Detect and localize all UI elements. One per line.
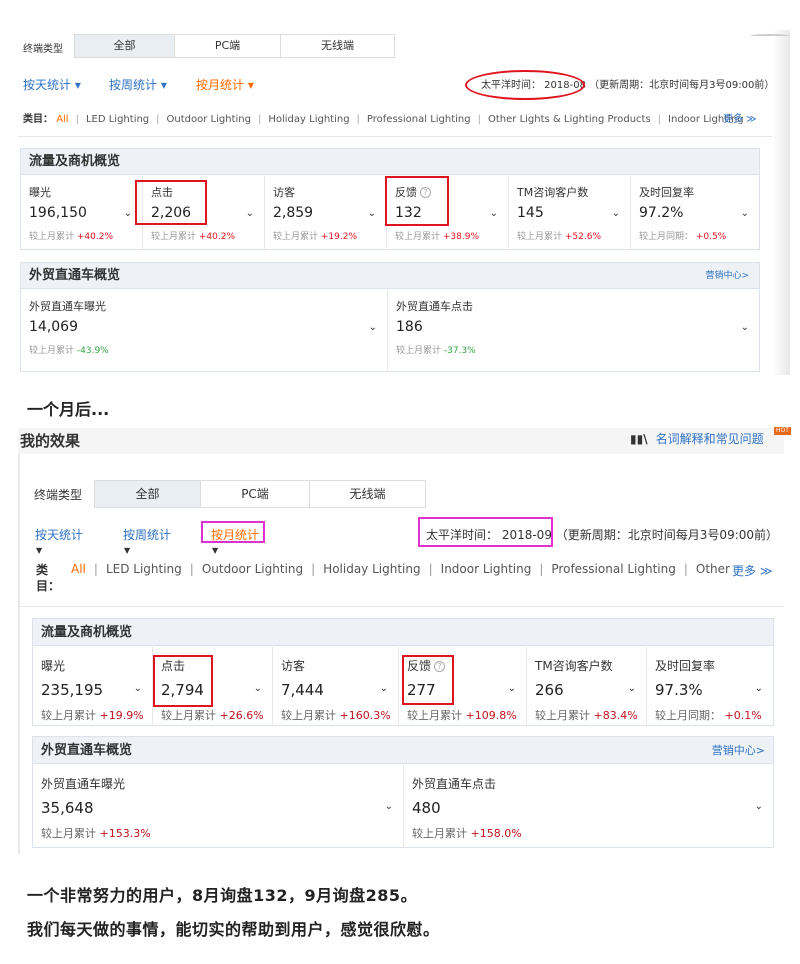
category-item[interactable]: Outdoor Lighting [202,562,303,576]
highlight-clicks [153,655,213,707]
traffic-overview-title: 流量及商机概览 [33,619,773,646]
metric-impressions[interactable]: 曝光 235,195 ⌄ 较上月累计 +19.9% [33,647,153,726]
category-item[interactable]: Outdoor Lighting [167,114,251,125]
more-categories-button[interactable]: 更多 ≫ [732,562,772,579]
tab-all[interactable]: 全部 [94,480,201,508]
terminal-tabs: 全部 PC端 无线端 [94,480,426,508]
chevron-down-icon[interactable]: ⌄ [246,208,254,219]
screenshot-august: 终端类型 全部 PC端 无线端 按天统计 ▾ 按周统计 ▾ 按月统计 ▾ 太平洋… [18,30,790,375]
category-bar: All | LED Lighting | Outdoor Lighting | Holida… [71,562,730,576]
marketing-center-link[interactable]: 营销中心> [705,263,749,289]
metric-reply-rate[interactable]: 及时回复率 97.2% ⌄ 较上月同期： +0.5% [631,176,759,250]
highlight-feedback [402,655,454,705]
metric-p4p-clicks[interactable]: 外贸直通车点击 186 ⌄ 较上月累计 -37.3% [388,290,759,372]
tab-wireless[interactable]: 无线端 [310,480,426,508]
left-border [18,454,20,854]
chevron-down-icon[interactable]: ⌄ [612,208,620,219]
chevron-down-icon[interactable]: ⌄ [741,208,749,219]
category-item[interactable]: Holiday Lighting [323,562,420,576]
chevron-down-icon[interactable]: ⌄ [508,683,516,694]
category-item[interactable]: Holiday Lighting [268,114,349,125]
divider [18,136,772,137]
category-item[interactable]: Indoor Lighting [441,562,532,576]
highlight-feedback [385,176,449,226]
screenshot-september: 我的效果 ▮▮\ 名词解释和常见问题 HOT 终端类型 全部 PC端 无线端 按天统… [18,427,791,856]
p4p-overview-card: 外贸直通车概览 营销中心> 外贸直通车曝光 14,069 ⌄ 较上月累计 -43.… [20,262,760,372]
stat-by-day[interactable]: 按天统计 ▾ [23,76,81,93]
chevron-down-icon[interactable]: ⌄ [490,208,498,219]
terminal-tabs: 全部 PC端 无线端 [74,34,395,58]
chevron-down-icon[interactable]: ⌄ [124,208,132,219]
highlight-oval-date [465,70,585,100]
page-title: 我的效果 [20,432,81,450]
terminal-type-label: 终端类型 [34,488,83,502]
category-item[interactable]: Professional Lighting [367,114,471,125]
caption-one-month-later: 一个月后... [27,400,110,419]
chevron-down-icon[interactable]: ⌄ [368,208,376,219]
category-label: 类目： [36,563,61,593]
terminal-type-label: 终端类型 [23,44,63,55]
hot-badge: HOT [774,427,791,435]
metric-impressions[interactable]: 曝光 196,150 ⌄ 较上月累计 +40.2% [21,176,143,250]
chevron-down-icon[interactable]: ⌄ [369,322,377,333]
category-item[interactable]: LED Lighting [106,562,182,576]
edge-shade [772,30,790,375]
metric-reply-rate[interactable]: 及时回复率 97.3% ⌄ 较上月同期： +0.1% [647,647,773,726]
divider [18,606,784,607]
metric-p4p-impressions[interactable]: 外贸直通车曝光 14,069 ⌄ 较上月累计 -43.9% [21,290,388,372]
chevron-down-icon[interactable]: ⌄ [741,322,749,333]
tab-all[interactable]: 全部 [74,34,175,58]
metric-visitors[interactable]: 访客 2,859 ⌄ 较上月累计 +19.2% [265,176,387,250]
stat-by-day[interactable]: 按天统计 [35,526,83,543]
category-all[interactable]: All [56,114,68,125]
metric-visitors[interactable]: 访客 7,444 ⌄ 较上月累计 +160.3% [273,647,399,726]
help-link[interactable]: ▮▮\ 名词解释和常见问题 HOT [630,427,791,447]
chevron-down-icon[interactable]: ⌄ [385,801,393,812]
category-bar: 类目： All | LED Lighting | Outdoor Lighting | Ho… [23,114,744,125]
metric-tm-inquiries[interactable]: TM咨询客户数 266 ⌄ 较上月累计 +83.4% [527,647,647,726]
caret-down-icon[interactable]: ▼ [124,546,130,555]
summary-line-2: 我们每天做的事情，能切实的帮助到用户，感觉很欣慰。 [27,920,440,939]
category-item[interactable]: Professional Lighting [551,562,675,576]
caret-down-icon[interactable]: ▼ [212,546,218,555]
more-categories-button[interactable]: 更多 ≫ [723,110,757,125]
category-all[interactable]: All [71,562,86,576]
summary-line-1: 一个非常努力的用户，8月询盘132，9月询盘285。 [27,886,418,905]
metric-tm-inquiries[interactable]: TM咨询客户数 145 ⌄ 较上月累计 +52.6% [509,176,631,250]
p4p-overview-title: 外贸直通车概览 [41,743,133,758]
stat-by-week[interactable]: 按周统计 [123,526,171,543]
caret-down-icon[interactable]: ▼ [36,546,42,555]
chevron-down-icon[interactable]: ⌄ [755,683,763,694]
category-item[interactable]: LED Lighting [86,114,149,125]
tab-wireless[interactable]: 无线端 [281,34,395,58]
stat-by-week[interactable]: 按周统计 ▾ [109,76,167,93]
chevron-down-icon[interactable]: ⌄ [380,683,388,694]
stat-by-month[interactable]: 按月统计 ▾ [196,76,254,93]
page-corner [750,34,790,38]
tab-pc[interactable]: PC端 [201,480,310,508]
category-label: 类目： [23,114,53,125]
highlight-date [418,517,553,547]
metric-p4p-clicks[interactable]: 外贸直通车点击 480 ⌄ 较上月累计 +158.0% [404,765,773,848]
metric-p4p-impressions[interactable]: 外贸直通车曝光 35,648 ⌄ 较上月累计 +153.3% [33,765,404,848]
category-item[interactable]: Other Lights & Lighting Products [488,114,651,125]
marketing-center-link[interactable]: 营销中心> [712,737,765,764]
chevron-down-icon[interactable]: ⌄ [628,683,636,694]
category-item[interactable]: Other [696,562,730,576]
traffic-overview-title: 流量及商机概览 [21,149,759,175]
chevron-down-icon[interactable]: ⌄ [254,683,262,694]
highlight-monthly [201,521,265,543]
tab-pc[interactable]: PC端 [175,34,281,58]
chevron-down-icon[interactable]: ⌄ [134,683,142,694]
books-icon: ▮▮\ [630,432,648,446]
highlight-clicks [135,180,207,225]
chevron-down-icon[interactable]: ⌄ [755,801,763,812]
p4p-overview-title: 外贸直通车概览 [29,268,121,283]
p4p-overview-card: 外贸直通车概览 营销中心> 外贸直通车曝光 35,648 ⌄ 较上月累计 +153… [32,736,774,848]
